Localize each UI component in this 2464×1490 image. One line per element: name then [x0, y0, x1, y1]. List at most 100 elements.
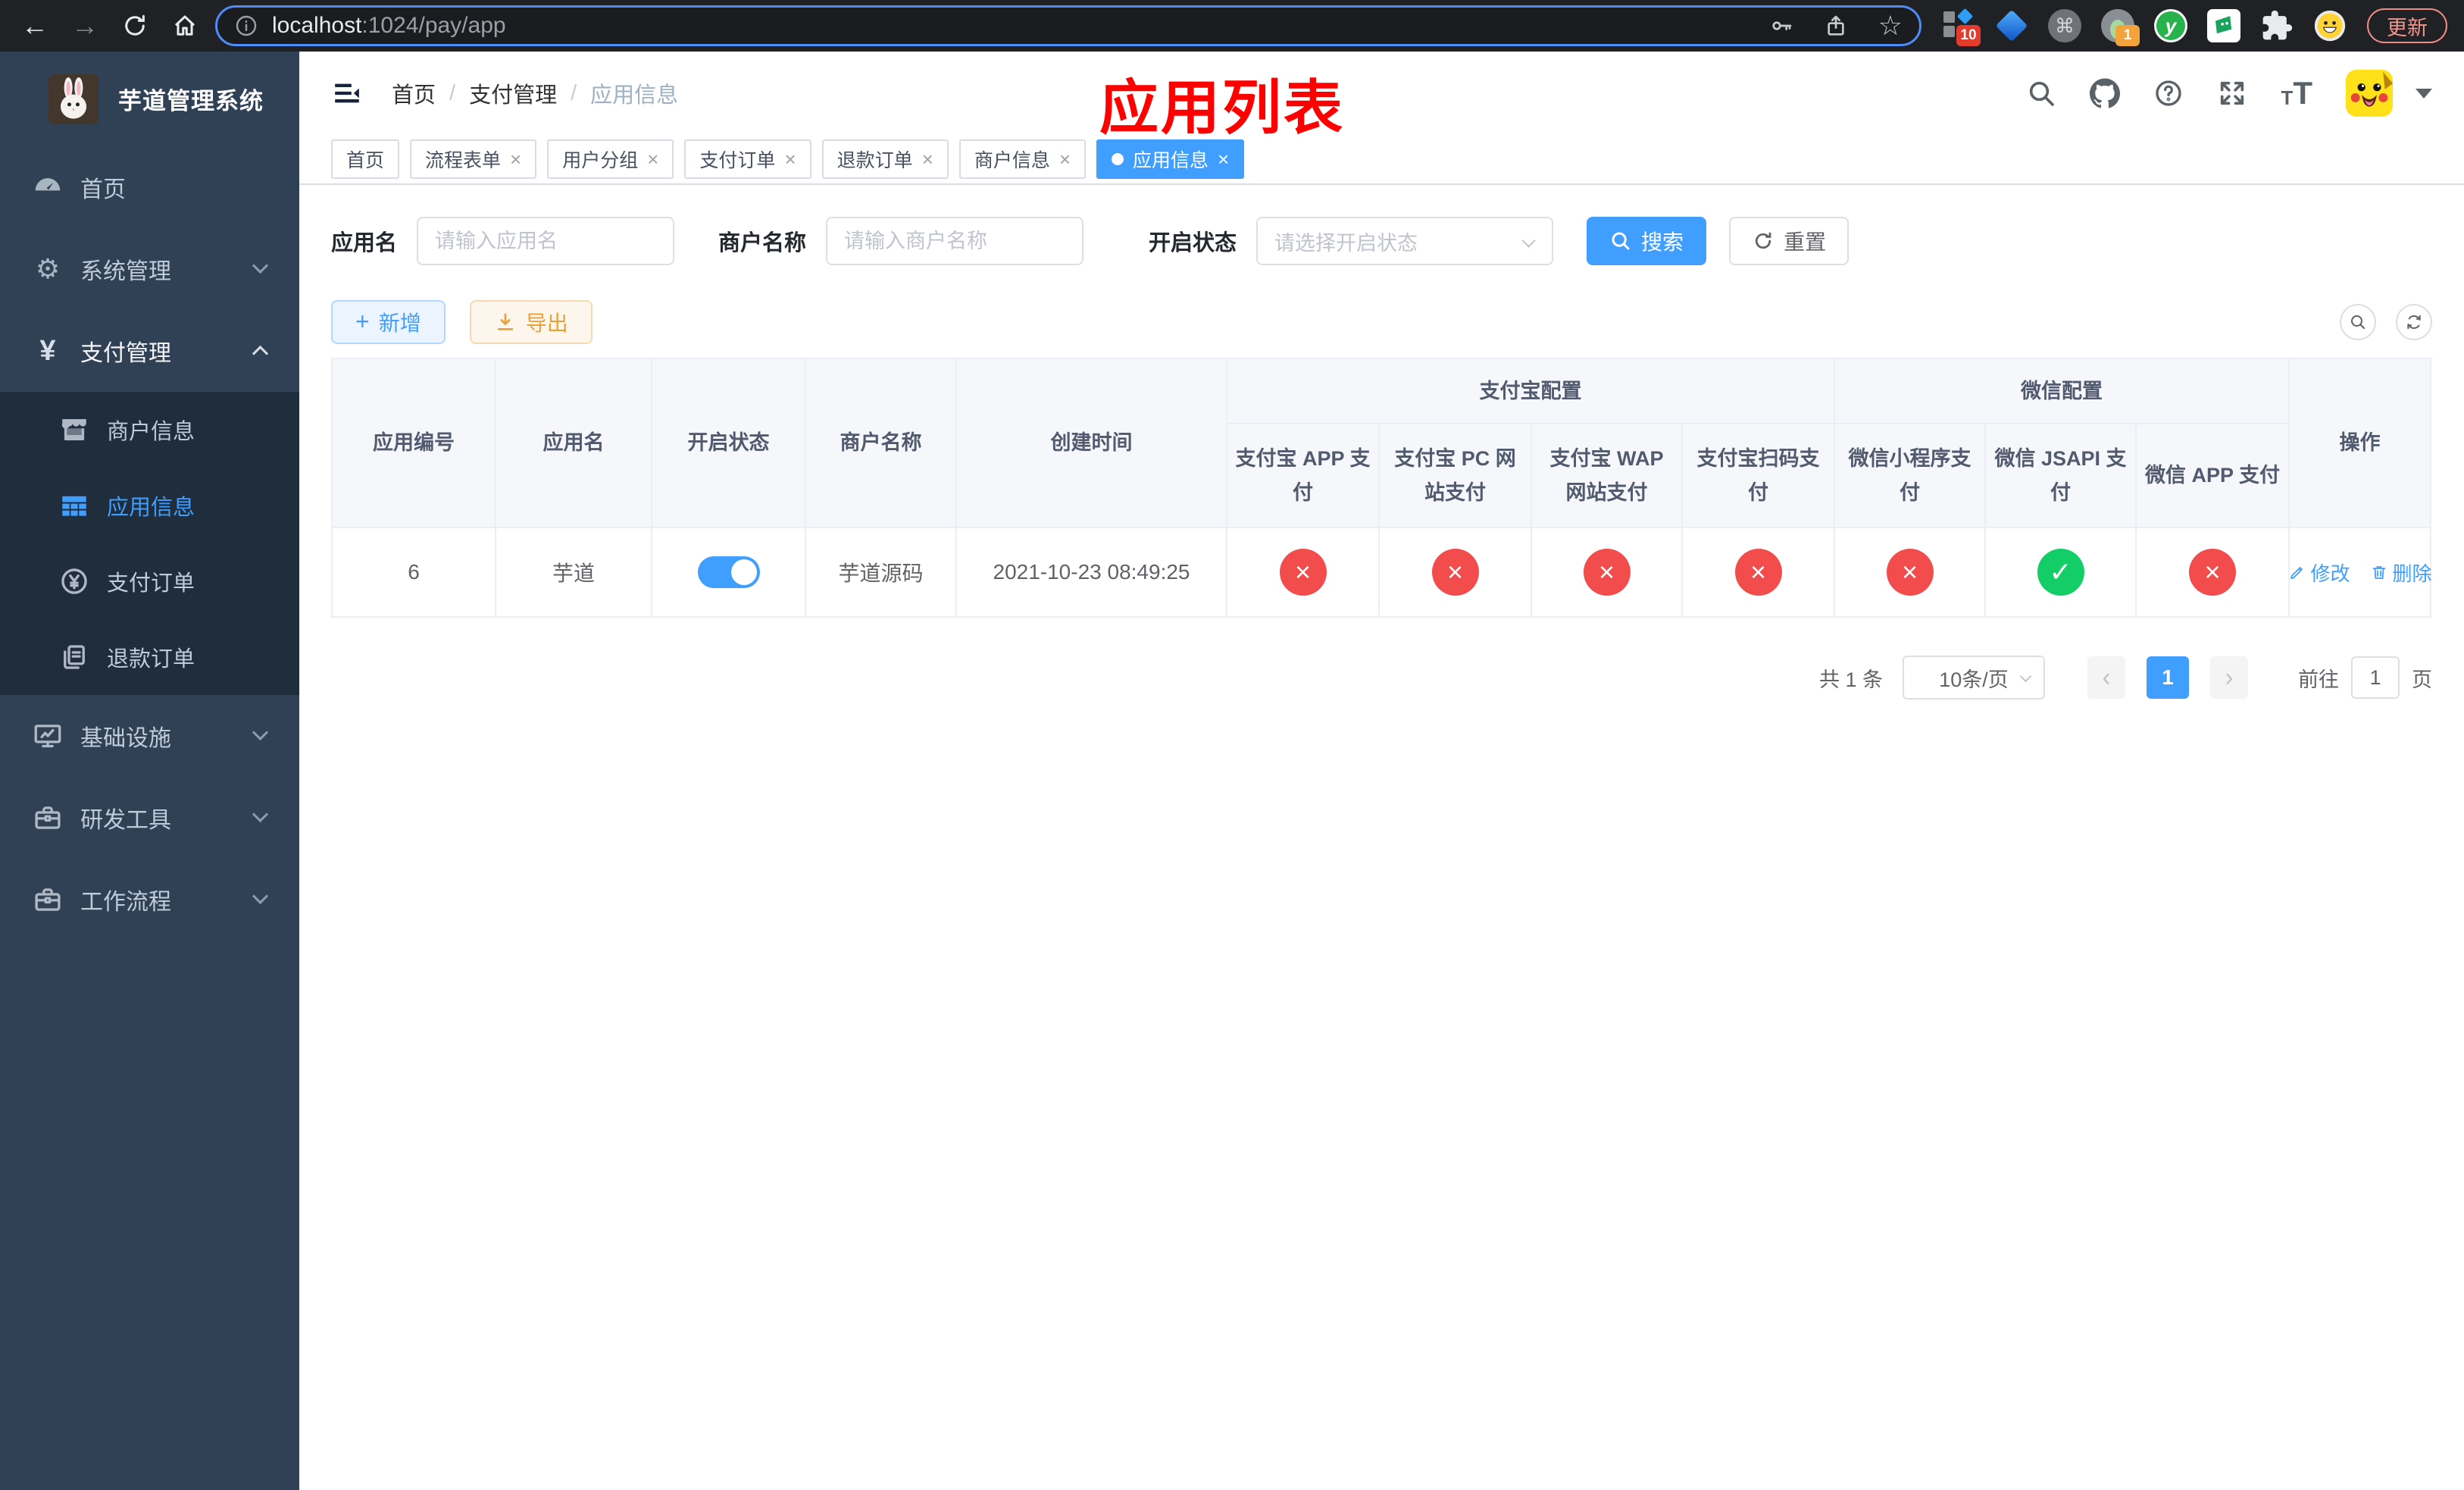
back-icon[interactable]: ← [21, 12, 48, 39]
next-page-button[interactable]: › [2210, 656, 2248, 699]
text-size-icon[interactable]: TT [2281, 77, 2312, 108]
sidebar-item-workflow[interactable]: 工作流程 [0, 859, 299, 941]
help-icon[interactable] [2153, 78, 2184, 108]
fullscreen-icon[interactable] [2217, 78, 2247, 108]
download-icon [497, 313, 513, 330]
merchant-name-input[interactable] [826, 217, 1084, 265]
col-header-status: 开启状态 [651, 358, 806, 528]
close-icon[interactable]: × [922, 149, 933, 169]
goto-label: 前往 [2298, 668, 2339, 691]
goto-page-input[interactable] [2351, 656, 2400, 699]
chat-extension-icon[interactable] [2206, 8, 2241, 43]
github-icon[interactable] [2090, 78, 2121, 108]
toggle-search-button[interactable] [2340, 304, 2376, 340]
command-extension-icon[interactable]: ⌘ [2047, 8, 2082, 43]
sidebar-item-app-info[interactable]: 应用信息 [0, 468, 299, 543]
tag-merchant-info[interactable]: 商户信息 × [958, 139, 1087, 179]
tag-home[interactable]: 首页 [331, 139, 400, 179]
col-header-actions: 操作 [2288, 358, 2432, 528]
app-name-label: 应用名 [331, 231, 398, 255]
breadcrumb-payment[interactable]: 支付管理 [469, 77, 557, 109]
enabled-toggle[interactable] [697, 556, 760, 588]
app-title: 芋道管理系统 [118, 88, 264, 114]
close-icon[interactable]: × [1218, 149, 1229, 169]
app-name-input[interactable] [417, 217, 675, 265]
sidebar-item-devtools[interactable]: 研发工具 [0, 777, 299, 859]
sidebar-item-refund-order[interactable]: 退款订单 [0, 619, 299, 695]
avatar-extension-icon[interactable]: 1 [2100, 8, 2140, 46]
status-select[interactable]: 请选择开启状态 [1256, 217, 1554, 265]
tag-refund-order[interactable]: 退款订单 × [821, 139, 949, 179]
address-bar[interactable]: localhost:1024/pay/app ☆ [215, 5, 1921, 46]
col-header-wx-mini: 微信小程序支付 [1834, 423, 1986, 528]
reload-icon[interactable] [121, 12, 149, 39]
sidebar-logo-row[interactable]: 芋道管理系统 [0, 52, 299, 146]
y-extension-icon[interactable]: y [2153, 8, 2188, 43]
blocks-extension-icon[interactable]: 10 [1941, 8, 1981, 46]
profile-avatar-icon[interactable] [2312, 8, 2347, 43]
browser-nav: ← → [11, 12, 209, 39]
avatar-dropdown-caret-icon[interactable] [2416, 88, 2432, 99]
sidebar-item-payment[interactable]: ¥ 支付管理 [0, 310, 299, 392]
breadcrumb-home[interactable]: 首页 [392, 77, 436, 109]
wx-mini-status-icon: × [1886, 549, 1934, 596]
yen-icon: ¥ [39, 334, 56, 367]
col-header-wx-app: 微信 APP 支付 [2134, 423, 2290, 528]
sidebar-item-infrastructure[interactable]: 基础设施 [0, 695, 299, 777]
chevron-down-icon [252, 806, 269, 823]
sidebar-collapse-icon[interactable] [331, 78, 363, 108]
share-icon[interactable] [1824, 14, 1848, 38]
page-number-1[interactable]: 1 [2147, 656, 2189, 699]
sidebar-item-merchant-info[interactable]: 商户信息 [0, 392, 299, 468]
page-size-select[interactable]: 10条/页 [1903, 656, 2045, 700]
sidebar-item-system[interactable]: ⚙ 系统管理 [0, 228, 299, 310]
total-count: 共 1 条 [1818, 668, 1883, 691]
close-icon[interactable]: × [510, 149, 521, 169]
goto-suffix: 页 [2412, 668, 2432, 691]
sidebar-item-home[interactable]: 首页 [0, 146, 299, 228]
bookmark-star-icon[interactable]: ☆ [1878, 12, 1903, 39]
sidebar-item-pay-order[interactable]: 支付订单 [0, 543, 299, 619]
trash-icon [2372, 566, 2385, 579]
url-path: :1024/pay/app [361, 13, 506, 38]
tag-pay-order[interactable]: 支付订单 × [684, 139, 811, 179]
chevron-down-icon [252, 724, 269, 741]
chrome-update-button[interactable]: 更新 [2367, 8, 2447, 43]
col-header-wx-jsapi: 微信 JSAPI 支付 [1984, 423, 2137, 528]
site-info-icon[interactable] [234, 14, 258, 38]
alipay-qr-status-icon: × [1734, 549, 1782, 596]
close-icon[interactable]: × [784, 149, 796, 169]
add-button[interactable]: + 新增 [331, 300, 446, 344]
search-icon[interactable] [2026, 78, 2056, 108]
table-toolbar: + 新增 导出 [331, 300, 2432, 344]
reset-button[interactable]: 重置 [1729, 217, 1850, 265]
search-button[interactable]: 搜索 [1587, 217, 1707, 265]
filter-form: 应用名 商户名称 开启状态 请选择开启状态 搜索 重置 [331, 217, 2432, 265]
user-avatar[interactable] [2346, 70, 2393, 117]
password-key-icon[interactable] [1769, 14, 1793, 38]
col-header-app-name: 应用名 [495, 358, 652, 528]
refresh-table-button[interactable] [2396, 304, 2432, 340]
prev-page-button[interactable]: ‹ [2087, 656, 2125, 699]
col-header-app-id: 应用编号 [331, 358, 496, 528]
export-button[interactable]: 导出 [469, 300, 593, 344]
home-icon[interactable] [171, 12, 199, 39]
close-icon[interactable]: × [647, 149, 658, 169]
toolbox-icon [30, 800, 65, 835]
browser-menu-icon[interactable]: ⋮ [2461, 12, 2464, 39]
briefcase-icon [30, 882, 65, 917]
yen-circle-icon [57, 564, 92, 599]
gear-icon: ⚙ [35, 253, 61, 284]
col-header-alipay-app: 支付宝 APP 支付 [1226, 423, 1380, 528]
forward-icon[interactable]: → [71, 12, 98, 39]
kite-extension-icon[interactable] [1994, 8, 2029, 43]
delete-link[interactable]: 删除 [2370, 559, 2432, 587]
close-icon[interactable]: × [1059, 149, 1071, 169]
puzzle-extensions-icon[interactable] [2259, 8, 2294, 43]
cell-app-id: 6 [331, 527, 496, 618]
edit-link[interactable]: 修改 [2288, 559, 2350, 587]
documents-icon [57, 640, 92, 675]
page-content: 应用名 商户名称 开启状态 请选择开启状态 搜索 重置 [299, 185, 2464, 1490]
tag-process-form[interactable]: 流程表单 × [410, 139, 537, 179]
tag-user-group[interactable]: 用户分组 × [547, 139, 674, 179]
